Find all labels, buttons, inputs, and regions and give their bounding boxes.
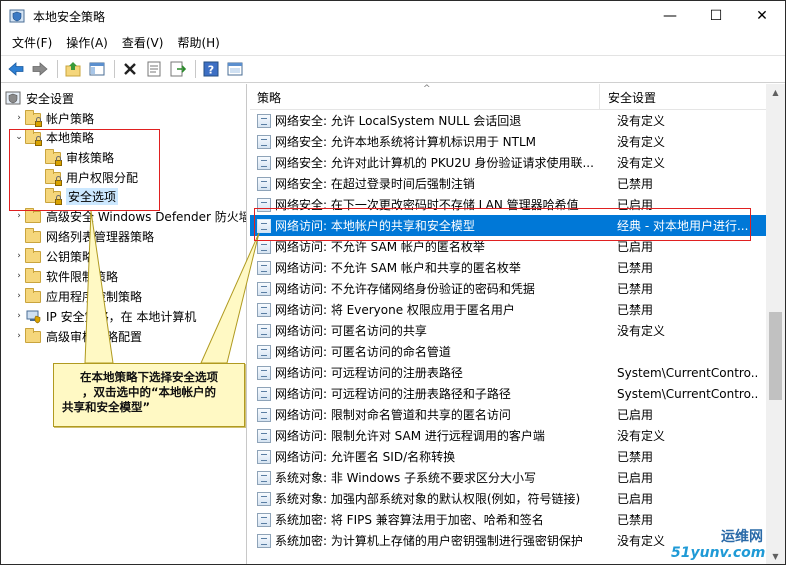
watermark-top-text: 运维网 bbox=[721, 529, 763, 545]
annotation-arrows bbox=[84, 210, 260, 364]
watermark-bottom-text: 51yunv.com bbox=[671, 545, 766, 561]
app-window: 本地安全策略 — ☐ ✕ 文件(F) 操作(A) 查看(V) 帮助(H) ? 安… bbox=[0, 0, 786, 565]
callout-line: ，双击选中的“本地帐户的 bbox=[81, 385, 217, 399]
callout-line: 共享和安全模型” bbox=[62, 400, 151, 414]
highlight-box-local-policies bbox=[9, 129, 160, 211]
callout-line: 在本地策略下选择安全选项 bbox=[80, 370, 218, 384]
highlight-box-selected-row bbox=[254, 208, 751, 241]
callout-pointer-to-row bbox=[200, 232, 260, 364]
instruction-callout: 在本地策略下选择安全选项 ，双击选中的“本地帐户的 共享和安全模型” bbox=[53, 363, 245, 427]
watermark: 运维网 51yunv.com bbox=[671, 526, 785, 564]
callout-pointer-to-tree bbox=[84, 210, 114, 364]
